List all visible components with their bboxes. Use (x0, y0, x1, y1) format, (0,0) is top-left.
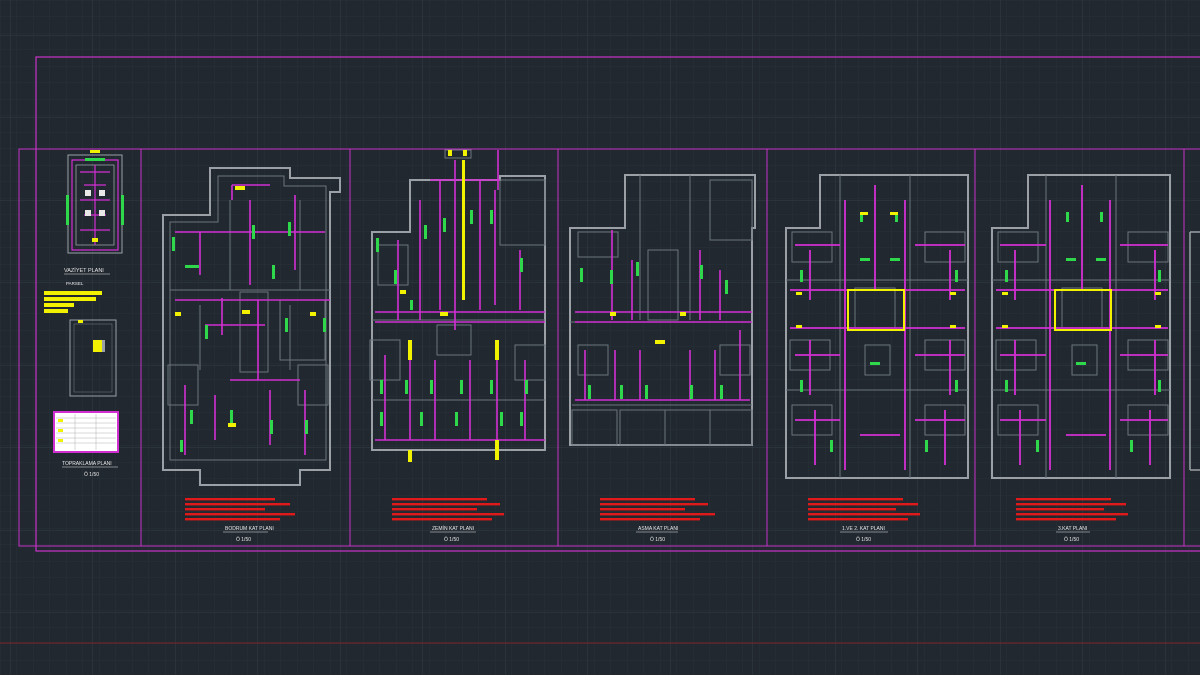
normal12-scale: Ö 1/50 (856, 536, 871, 543)
site-plan-subtitle: PARSEL (66, 281, 84, 286)
cad-drawing-canvas[interactable]: VAZİYET PLANI PARSEL TOPRAKLAMA PLANI Ö … (0, 0, 1200, 675)
normal3-title: 3.KAT PLANI (1058, 526, 1087, 532)
grounding-plan-title: TOPRAKLAMA PLANI (62, 461, 112, 467)
site-plan-title: VAZİYET PLANI (64, 267, 104, 274)
zemin-title: ZEMİN KAT PLANI (432, 525, 474, 532)
normal12-title: 1.VE 2. KAT PLANI (842, 526, 885, 532)
asma-title: ASMA KAT PLANI (638, 526, 678, 532)
bodrum-title: BODRUM KAT PLANI (225, 526, 274, 532)
grid-major (0, 0, 1200, 675)
asma-scale: Ö 1/50 (650, 536, 665, 543)
normal3-scale: Ö 1/50 (1064, 536, 1079, 543)
grounding-plan-scale: Ö 1/50 (84, 471, 99, 478)
bodrum-scale: Ö 1/50 (236, 536, 251, 543)
zemin-scale: Ö 1/50 (444, 536, 459, 543)
